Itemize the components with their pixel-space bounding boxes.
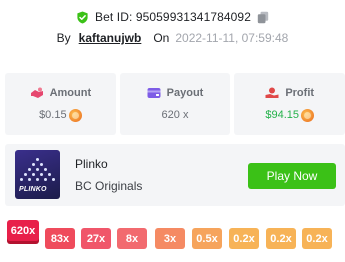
stat-payout-label: Payout <box>166 87 204 99</box>
by-label: By <box>56 31 71 45</box>
bet-byline: By kaftanujwb On 2022-11-11, 07:59:48 <box>0 30 345 46</box>
thumbnail-label: PLINKO <box>19 186 47 193</box>
multiplier-slot: 0.5x <box>192 228 222 249</box>
coin-icon <box>68 108 82 122</box>
bet-id-text: Bet ID: 95059931341784092 <box>95 10 251 24</box>
stat-profit-label: Profit <box>285 86 315 99</box>
multiplier-slot: 27x <box>81 228 111 249</box>
multiplier-strip: 620x 83x 27x 8x 3x 0.5x 0.2x 0.2x 0.2x <box>0 220 345 256</box>
multiplier-slot: 83x <box>45 228 75 249</box>
multiplier-slot: 0.2x <box>229 228 259 249</box>
stat-payout-value: 620 x <box>161 109 189 121</box>
multiplier-slot-active: 620x <box>7 220 39 241</box>
plinko-thumbnail[interactable]: PLINKO <box>15 150 60 199</box>
stat-profit: Profit $94.15 <box>234 73 345 135</box>
multiplier-slot: 0.2x <box>302 228 332 249</box>
coin-icon <box>301 108 314 122</box>
stat-amount-label: Amount <box>49 86 92 99</box>
stat-profit-value: $94.15 <box>265 109 299 121</box>
bet-id-row: Bet ID: 95059931341784092 <box>0 8 345 26</box>
bet-hand-icon <box>30 87 43 98</box>
game-card: PLINKO Plinko BC Originals Play Now <box>5 144 345 206</box>
bet-stats: Amount $0.15 Payout 620 x Profit $94.15 <box>5 73 345 135</box>
multiplier-slot: 8x <box>117 228 147 249</box>
username-link[interactable]: kaftanujwb <box>79 31 142 45</box>
game-title: Plinko <box>75 157 108 171</box>
verified-shield-icon <box>77 10 88 24</box>
stat-amount-value: $0.15 <box>39 109 67 121</box>
wallet-icon <box>147 88 161 98</box>
bet-datetime: 2022-11-11, 07:59:48 <box>175 31 289 45</box>
multiplier-slot: 0.2x <box>266 228 296 249</box>
copy-icon[interactable] <box>257 11 269 24</box>
profit-icon <box>265 87 279 98</box>
multiplier-slot: 3x <box>155 228 185 249</box>
play-now-button[interactable]: Play Now <box>248 163 336 189</box>
stat-amount: Amount $0.15 <box>5 73 116 135</box>
on-label: On <box>153 31 170 45</box>
game-provider: BC Originals <box>75 179 143 193</box>
stat-payout: Payout 620 x <box>119 73 231 135</box>
